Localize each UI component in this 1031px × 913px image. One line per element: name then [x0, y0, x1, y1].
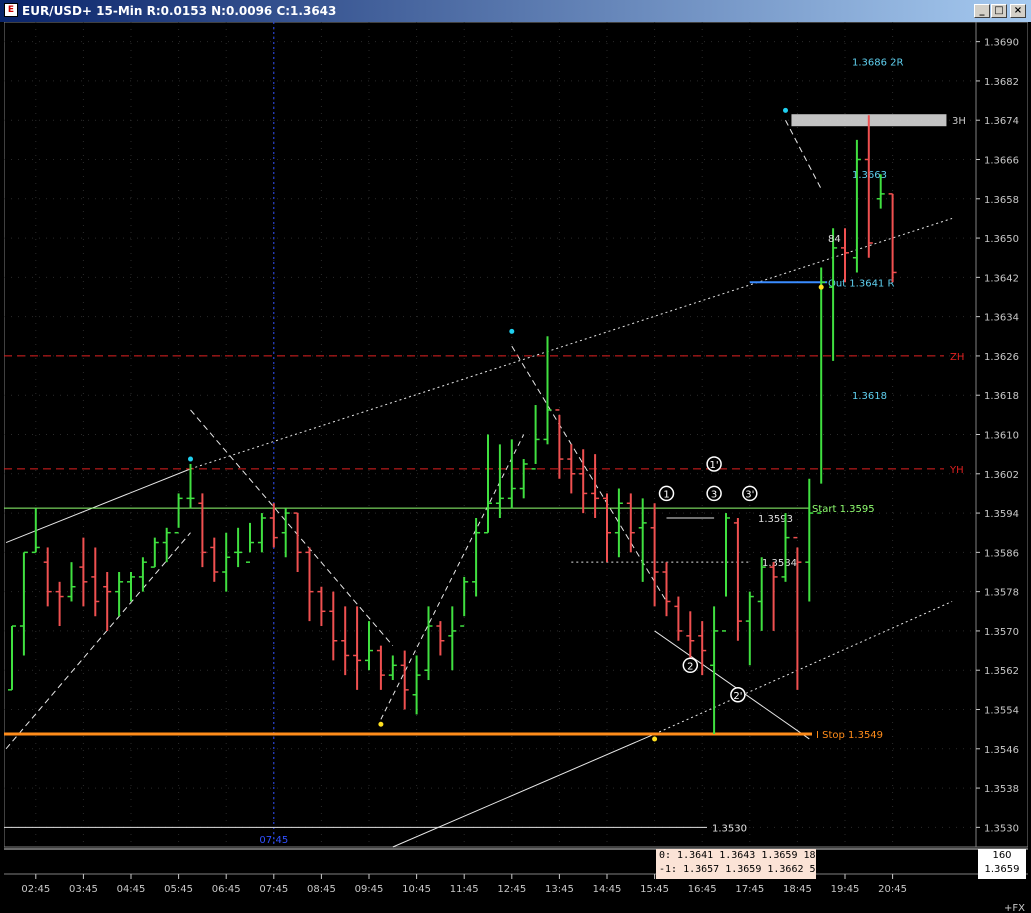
wave-label: 3' — [745, 489, 754, 500]
y-tick-label: 1.3690 — [984, 38, 1019, 49]
y-tick-label: 1.3538 — [984, 784, 1019, 795]
swing-point-marker — [188, 456, 193, 462]
ohlc-info-panel: 0: 1.3641 1.3643 1.3659 18 -1: 1.3657 1.… — [656, 849, 816, 879]
x-tick-label: 19:45 — [831, 884, 860, 895]
swing-point-marker — [783, 107, 788, 113]
swing-point-marker — [818, 284, 824, 290]
x-tick-label: 05:45 — [164, 884, 193, 895]
app-icon: E — [4, 3, 18, 17]
y-tick-label: 1.3594 — [984, 509, 1019, 520]
swing-point-marker — [378, 721, 384, 727]
level-label-1-3686-2r: 1.3686 2R — [852, 57, 904, 68]
feed-label: +FX — [1004, 903, 1025, 913]
x-tick-label: 17:45 — [735, 884, 764, 895]
level-label-1-3584: 1.3584 — [762, 558, 797, 569]
corner-readout: 160 1.3659 — [978, 849, 1026, 879]
x-tick-label: 15:45 — [640, 884, 669, 895]
y-tick-label: 1.3666 — [984, 156, 1019, 167]
y-tick-label: 1.3530 — [984, 823, 1019, 834]
y-tick-label: 1.3546 — [984, 745, 1019, 756]
x-tick-label: 03:45 — [69, 884, 98, 895]
y-tick-label: 1.3586 — [984, 548, 1019, 559]
x-tick-label: 16:45 — [688, 884, 717, 895]
y-tick-label: 1.3562 — [984, 666, 1019, 677]
x-tick-label: 02:45 — [21, 884, 50, 895]
minimize-button[interactable]: _ — [974, 4, 990, 18]
level-label-stop: I Stop 1.3549 — [816, 730, 883, 741]
x-tick-label: 20:45 — [878, 884, 907, 895]
level-label-1-3530: 1.3530 — [712, 823, 747, 834]
close-button[interactable]: × — [1010, 4, 1026, 18]
crosshair-time-label: 07:45 — [259, 835, 288, 846]
y-tick-label: 1.3634 — [984, 313, 1019, 324]
y-tick-label: 1.3650 — [984, 234, 1019, 245]
info-row-previous: -1: 1.3657 1.3659 1.3662 5 — [659, 864, 816, 875]
x-tick-label: 04:45 — [117, 884, 146, 895]
wave-label: 1 — [663, 489, 669, 500]
y-tick-label: 1.3570 — [984, 627, 1019, 638]
level-label-yh: YH — [949, 465, 964, 476]
x-tick-label: 12:45 — [497, 884, 526, 895]
x-tick-label: 10:45 — [402, 884, 431, 895]
level-label-zh: ZH — [950, 352, 964, 363]
y-tick-label: 1.3658 — [984, 195, 1019, 206]
x-tick-label: 13:45 — [545, 884, 574, 895]
y-tick-label: 1.3682 — [984, 77, 1019, 88]
window-title: EUR/USD+ 15-Min R:0.0153 N:0.0096 C:1.36… — [22, 4, 337, 18]
corner-readout-top: 160 — [992, 850, 1012, 861]
wave-label: 1' — [710, 460, 719, 471]
wave-label: 2' — [733, 691, 742, 702]
x-tick-label: 14:45 — [593, 884, 622, 895]
wave-label: 3 — [711, 489, 717, 500]
swing-point-marker — [652, 736, 658, 742]
x-tick-label: 09:45 — [355, 884, 384, 895]
y-tick-label: 1.3554 — [984, 706, 1019, 717]
y-tick-label: 1.3618 — [984, 391, 1019, 402]
x-tick-label: 07:45 — [259, 884, 288, 895]
x-tick-label: 11:45 — [450, 884, 479, 895]
y-tick-label: 1.3602 — [984, 470, 1019, 481]
y-tick-label: 1.3642 — [984, 273, 1019, 284]
x-tick-label: 08:45 — [307, 884, 336, 895]
x-tick-label: 06:45 — [212, 884, 241, 895]
level-label-out: Out 1.3641 R — [828, 278, 894, 289]
chart-window: 1.3690 1.3682 1.3674 1.3666 1.3658 1.3650 1.36… — [4, 22, 1028, 913]
level-label-start: Start 1.3595 — [812, 504, 875, 515]
level-label-1-3618: 1.3618 — [852, 391, 887, 402]
y-tick-label: 1.3578 — [984, 588, 1019, 599]
y-tick-label: 1.3626 — [984, 352, 1019, 363]
x-tick-label: 18:45 — [783, 884, 812, 895]
maximize-button[interactable]: □ — [991, 4, 1007, 18]
y-tick-label: 1.3610 — [984, 431, 1019, 442]
info-row-current: 0: 1.3641 1.3643 1.3659 18 — [659, 850, 816, 861]
level-label-3h: 3H — [952, 116, 966, 127]
swing-point-marker — [509, 328, 515, 334]
window-titlebar: E EUR/USD+ 15-Min R:0.0153 N:0.0096 C:1.… — [0, 0, 1031, 22]
wave-label: 2 — [687, 661, 693, 672]
y-tick-label: 1.3674 — [984, 116, 1019, 127]
level-label-1-3593: 1.3593 — [758, 514, 793, 525]
bar-count-label: 84 — [828, 234, 841, 245]
corner-readout-bottom: 1.3659 — [984, 864, 1020, 875]
price-chart[interactable]: 1.3690 1.3682 1.3674 1.3666 1.3658 1.3650 1.36… — [4, 22, 1028, 913]
